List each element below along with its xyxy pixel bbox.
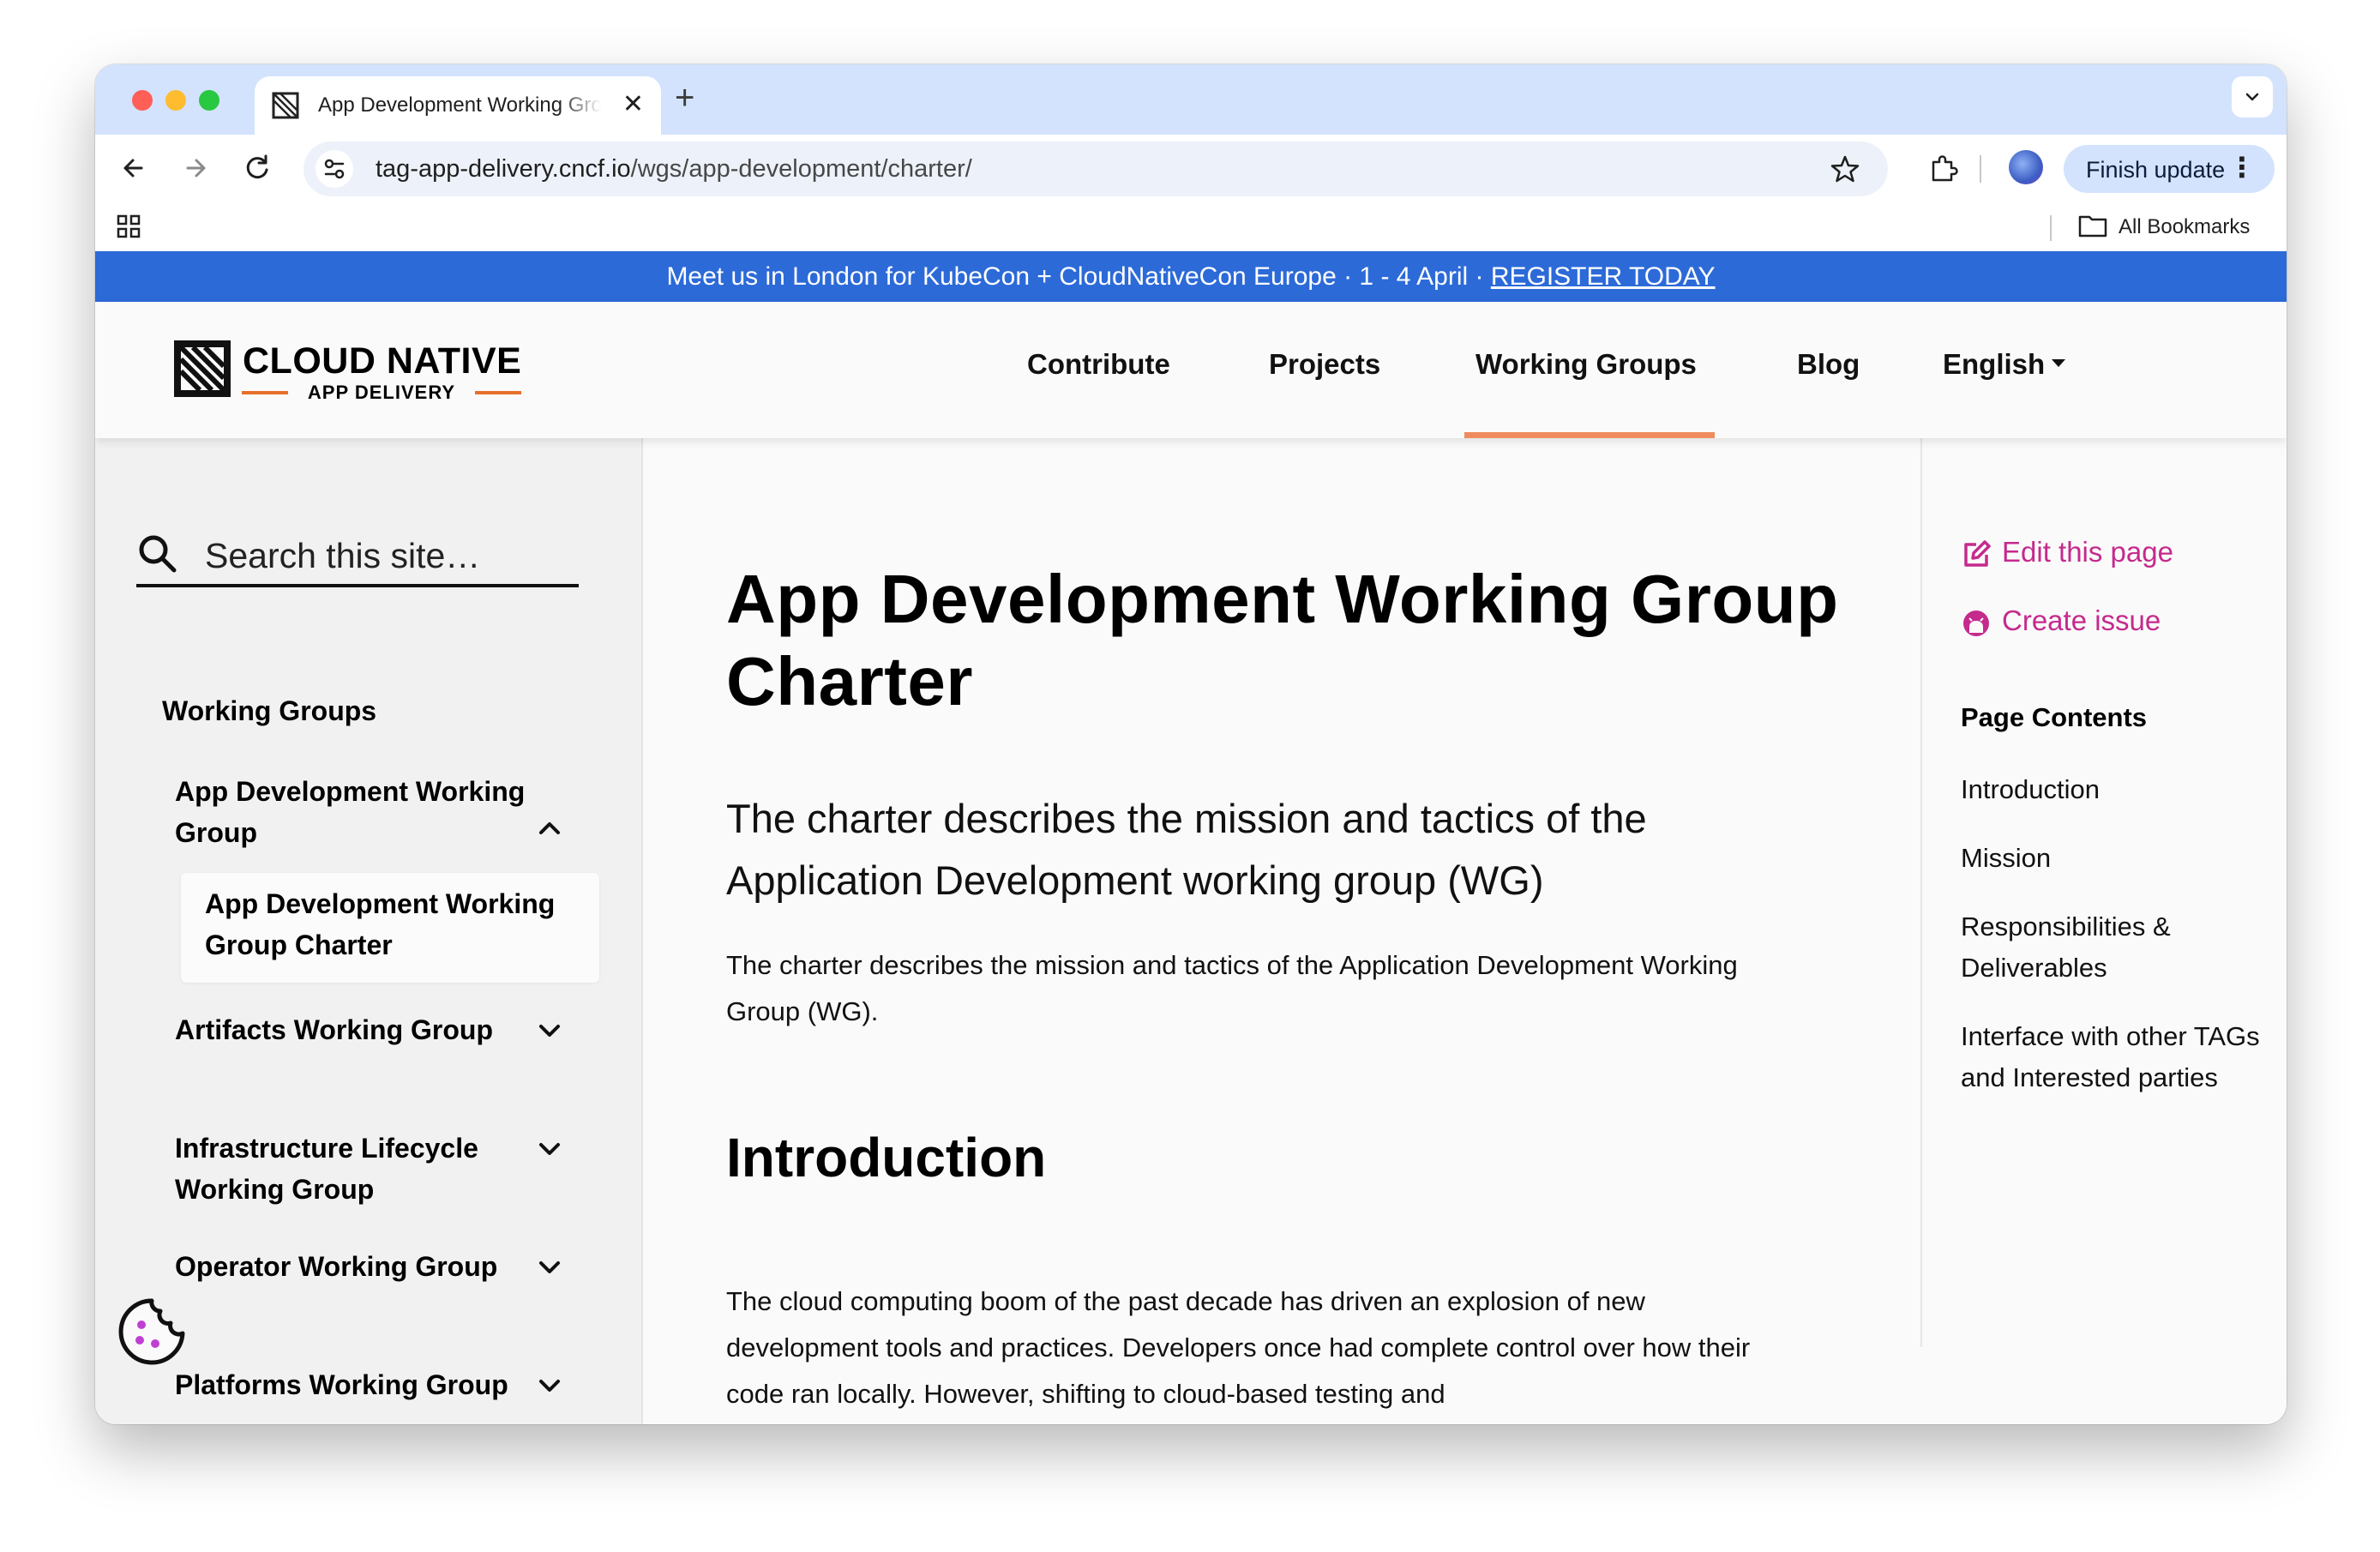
- close-window-button[interactable]: [132, 90, 153, 111]
- nav-contribute[interactable]: Contribute: [1027, 348, 1170, 381]
- sidebar-item-active[interactable]: App Development Working Group Charter: [181, 873, 599, 983]
- logo-mark-icon: [174, 340, 231, 397]
- all-bookmarks-label: All Bookmarks: [2119, 215, 2251, 238]
- edit-page-label: Edit this page: [2002, 536, 2173, 568]
- browser-toolbar: tag-app-delivery.cncf.io/wgs/app-develop…: [95, 135, 2287, 202]
- logo-name: CLOUD NATIVE: [243, 340, 522, 382]
- toc-item-responsibilities[interactable]: Responsibilities & Deliverables: [1961, 906, 2287, 989]
- cookie-consent-icon[interactable]: [116, 1296, 188, 1368]
- finish-update-label: Finish update: [2086, 157, 2226, 183]
- minimize-window-button[interactable]: [165, 90, 186, 111]
- chevron-down-icon[interactable]: [538, 1378, 562, 1395]
- toc-item-interface[interactable]: Interface with other TAGs and Interested…: [1961, 1016, 2287, 1098]
- page-contents-title: Page Contents: [1961, 702, 2148, 732]
- nav-projects[interactable]: Projects: [1269, 348, 1380, 381]
- search-input[interactable]: Search this site…: [136, 520, 579, 587]
- logo-rule-right: [475, 391, 521, 394]
- url-path: /wgs/app-development/charter/: [630, 155, 972, 183]
- logo-subtitle: APP DELIVERY: [242, 382, 521, 403]
- announcement-text: Meet us in London for KubeCon + CloudNat…: [666, 262, 1491, 291]
- chevron-up-icon[interactable]: [538, 819, 562, 836]
- more-options-icon: ⋮: [2228, 152, 2256, 183]
- register-link[interactable]: REGISTER TODAY: [1491, 262, 1716, 291]
- right-rail-divider: [1920, 438, 1922, 1347]
- chevron-down-icon[interactable]: [538, 1141, 562, 1158]
- sidebar-item-infrastructure-lifecycle[interactable]: Infrastructure Lifecycle Working Group: [175, 1128, 535, 1210]
- bookmarks-divider: [2050, 215, 2052, 241]
- sidebar-active-label: App Development Working Group Charter: [205, 888, 556, 960]
- page-lead: The charter describes the mission and ta…: [726, 796, 1647, 903]
- profile-avatar[interactable]: [2009, 150, 2043, 184]
- url-text: tag-app-delivery.cncf.io/wgs/app-develop…: [376, 155, 972, 183]
- chevron-down-icon[interactable]: [538, 1260, 562, 1277]
- nav-working-groups[interactable]: Working Groups: [1475, 348, 1697, 381]
- search-icon: [139, 535, 177, 573]
- forward-arrow-icon[interactable]: [177, 150, 213, 186]
- sidebar-item-platforms[interactable]: Platforms Working Group: [175, 1364, 535, 1405]
- bookmark-star-icon[interactable]: [1830, 153, 1860, 184]
- tab-strip: App Development Working Group Charter | …: [95, 64, 2287, 135]
- address-bar[interactable]: tag-app-delivery.cncf.io/wgs/app-develop…: [304, 141, 1888, 196]
- chevron-down-icon: [2245, 93, 2259, 101]
- left-sidebar: Search this site… Working Groups App Dev…: [95, 438, 643, 1424]
- reload-icon[interactable]: [239, 150, 275, 186]
- announcement-banner: Meet us in London for KubeCon + CloudNat…: [95, 251, 2287, 302]
- sidebar-item-operator[interactable]: Operator Working Group: [175, 1246, 535, 1287]
- sidebar-item-app-development[interactable]: App Development Working Group: [175, 771, 535, 853]
- close-tab-icon[interactable]: ✕: [622, 92, 644, 117]
- toc-item-introduction[interactable]: Introduction: [1961, 769, 2287, 810]
- toc-item-mission[interactable]: Mission: [1961, 838, 2287, 879]
- site-header: CLOUD NATIVE APP DELIVERY Contribute Pro…: [95, 302, 2287, 438]
- chevron-down-icon[interactable]: [538, 1023, 562, 1040]
- page-title: App Development Working Group Charter: [726, 561, 1839, 719]
- toolbar-divider: [1980, 155, 1981, 183]
- extensions-puzzle-icon[interactable]: [1928, 152, 1961, 184]
- language-label: English: [1943, 348, 2046, 380]
- sidebar-item-artifacts[interactable]: Artifacts Working Group: [175, 1009, 535, 1050]
- create-issue-label: Create issue: [2002, 605, 2161, 636]
- site-info-button[interactable]: [316, 150, 353, 188]
- apps-grid-icon[interactable]: [116, 214, 141, 239]
- back-arrow-icon[interactable]: [116, 150, 152, 186]
- tab-title: App Development Working Group Charter | …: [318, 93, 601, 117]
- page-viewport: Meet us in London for KubeCon + CloudNat…: [95, 251, 2287, 1424]
- section-heading-introduction: Introduction: [726, 1127, 1047, 1188]
- maximize-window-button[interactable]: [199, 90, 219, 111]
- edit-icon: [1964, 540, 1991, 567]
- site-logo[interactable]: CLOUD NATIVE APP DELIVERY: [174, 340, 534, 403]
- github-icon: [1963, 611, 1989, 636]
- new-tab-button[interactable]: +: [675, 76, 694, 119]
- favicon-icon: [272, 92, 299, 119]
- nav-active-indicator: [1464, 432, 1715, 438]
- sidebar-root-working-groups[interactable]: Working Groups: [162, 695, 376, 727]
- introduction-paragraph: The cloud computing boom of the past dec…: [726, 1286, 1751, 1409]
- folder-icon: [2078, 215, 2107, 238]
- browser-window: App Development Working Group Charter | …: [95, 64, 2287, 1424]
- tab-search-button[interactable]: [2232, 76, 2273, 117]
- bookmarks-bar: All Bookmarks: [95, 202, 2287, 251]
- tune-icon: [324, 159, 345, 179]
- nav-blog[interactable]: Blog: [1797, 348, 1860, 381]
- url-domain: tag-app-delivery.cncf.io: [376, 155, 631, 183]
- finish-update-button[interactable]: Finish update ⋮: [2064, 145, 2275, 193]
- nav-language-dropdown[interactable]: English: [1943, 348, 2066, 381]
- browser-tab-active[interactable]: App Development Working Group Charter | …: [255, 76, 661, 135]
- intro-paragraph: The charter describes the mission and ta…: [726, 950, 1738, 1026]
- caret-down-icon: [2052, 358, 2066, 367]
- search-placeholder: Search this site…: [205, 536, 481, 575]
- all-bookmarks-button[interactable]: All Bookmarks: [2077, 212, 2250, 244]
